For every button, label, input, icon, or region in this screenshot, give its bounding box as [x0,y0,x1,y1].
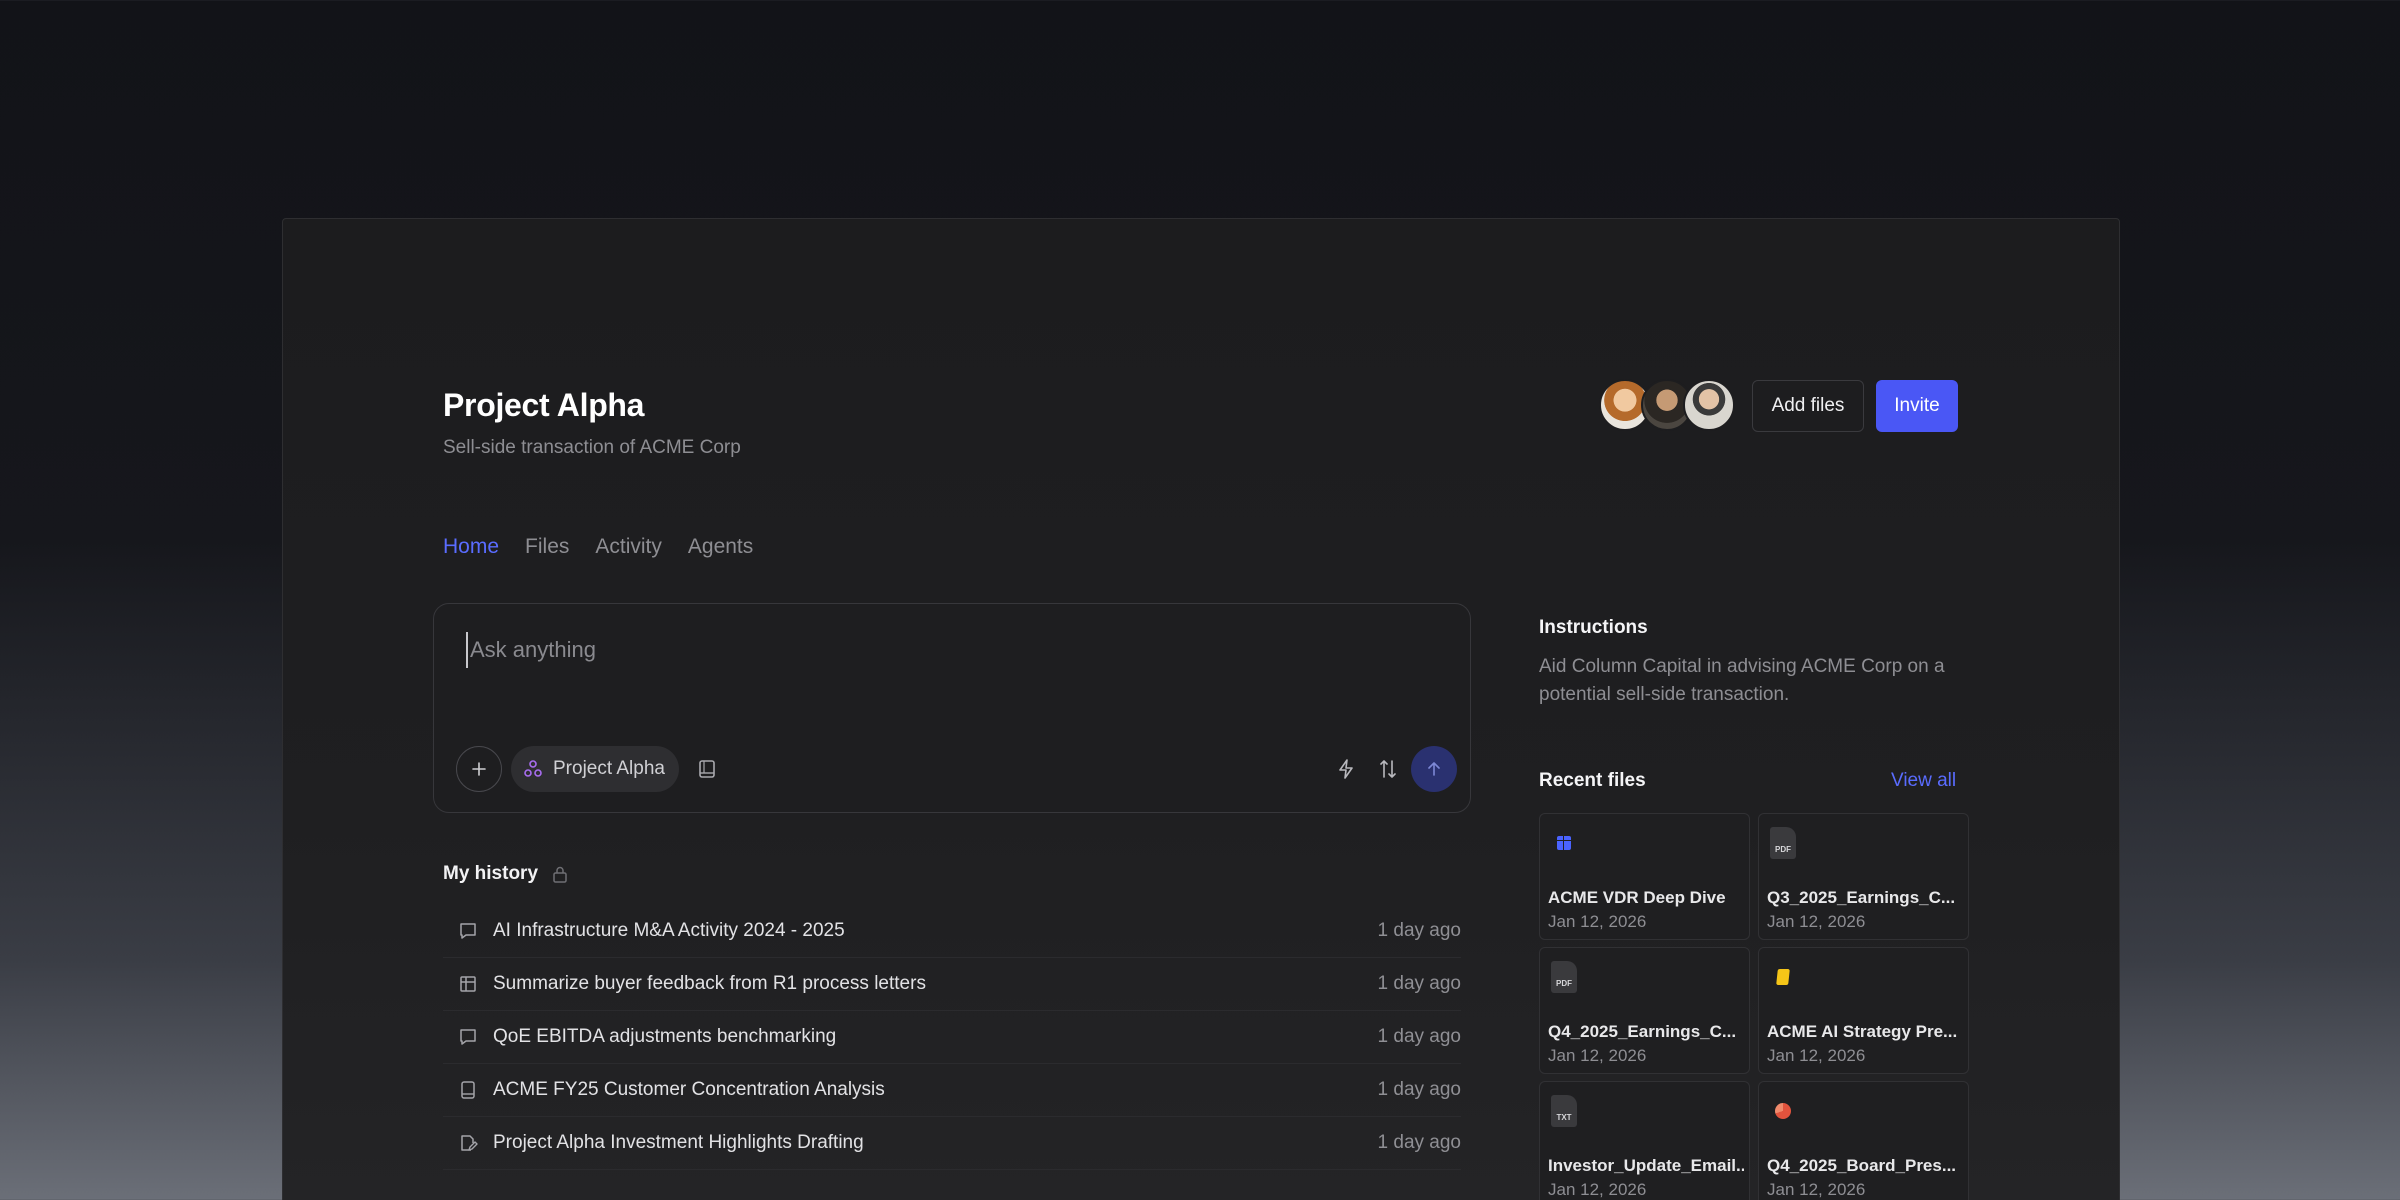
pdf-file-icon: PDF [1550,960,1578,994]
file-date: Jan 12, 2026 [1767,1180,1866,1199]
plus-icon [472,762,486,776]
library-button[interactable] [694,756,720,782]
composer: Project Alpha [433,603,1471,813]
table-icon [457,973,479,995]
history-row-time: 1 day ago [1377,973,1461,994]
send-button[interactable] [1411,746,1457,792]
history-row-time: 1 day ago [1377,1132,1461,1153]
history-row[interactable]: AI Infrastructure M&A Activity 2024 - 20… [443,905,1461,958]
file-date: Jan 12, 2026 [1548,912,1647,931]
pdf-file-icon: PDF [1769,826,1797,860]
lock-icon [552,865,568,883]
history-row-title: ACME FY25 Customer Concentration Analysi… [493,1079,885,1100]
quick-actions-button[interactable] [1332,755,1360,783]
file-card[interactable]: ACME AI Strategy Pre... Jan 12, 2026 [1758,947,1969,1074]
book-icon [699,760,715,778]
file-card[interactable]: ACME VDR Deep Dive Jan 12, 2026 [1539,813,1750,940]
ask-input[interactable] [466,632,1366,668]
history-row[interactable]: Summarize buyer feedback from R1 process… [443,958,1461,1011]
file-date: Jan 12, 2026 [1548,1180,1647,1199]
project-icon [524,760,542,777]
history-header: My history [443,863,568,885]
slides-icon [1769,960,1797,994]
file-name: ACME AI Strategy Pre... [1767,1022,1958,1041]
instructions-title: Instructions [1539,617,1648,638]
settings-button[interactable] [1374,755,1402,783]
instructions-text: Aid Column Capital in advising ACME Corp… [1539,656,1945,705]
file-card[interactable]: Q4_2025_Board_Pres... Jan 12, 2026 [1758,1081,1969,1200]
chat-icon [457,920,479,942]
file-name: Q4_2025_Board_Pres... [1767,1156,1957,1175]
doc-edit-icon [457,1132,479,1154]
add-files-button[interactable]: Add files [1752,380,1864,432]
file-name: ACME VDR Deep Dive [1548,888,1726,907]
invite-button[interactable]: Invite [1876,380,1958,432]
tab-files[interactable]: Files [525,535,569,559]
file-date: Jan 12, 2026 [1767,1046,1866,1065]
file-card[interactable]: PDF Q3_2025_Earnings_C... Jan 12, 2026 [1758,813,1969,940]
send-arrow-icon [1428,762,1440,776]
file-date: Jan 12, 2026 [1767,912,1866,931]
bolt-icon [1339,759,1353,779]
history-row[interactable]: ACME FY25 Customer Concentration Analysi… [443,1064,1461,1117]
file-name: Investor_Update_Email... [1548,1156,1744,1175]
file-card[interactable]: PDF Q4_2025_Earnings_C... Jan 12, 2026 [1539,947,1750,1074]
avatar[interactable] [1683,379,1735,431]
tab-home[interactable]: Home [443,535,499,559]
history-row-time: 1 day ago [1377,1079,1461,1100]
file-name: Q3_2025_Earnings_C... [1767,888,1956,907]
history-row-title: Summarize buyer feedback from R1 process… [493,973,926,994]
recent-files-grid: ACME VDR Deep Dive Jan 12, 2026 PDF Q3_2… [1539,813,1971,1200]
project-chip-label: Project Alpha [553,758,665,779]
tab-agents[interactable]: Agents [688,535,753,559]
page-title: Project Alpha [443,387,645,423]
project-chip[interactable]: Project Alpha [511,746,679,792]
history-row-title: QoE EBITDA adjustments benchmarking [493,1026,837,1047]
book-icon [457,1079,479,1101]
view-all-link[interactable]: View all [1891,770,1956,792]
history-row[interactable]: QoE EBITDA adjustments benchmarking 1 da… [443,1011,1461,1064]
tab-bar: Home Files Activity Agents [443,535,753,559]
history-row-time: 1 day ago [1377,1026,1461,1047]
sort-icon [1380,760,1396,778]
page-subtitle: Sell-side transaction of ACME Corp [443,437,741,458]
history-row-title: Project Alpha Investment Highlights Draf… [493,1132,864,1153]
project-window: Project Alpha Sell-side transaction of A… [282,218,2120,1200]
add-attachment-button[interactable] [456,746,502,792]
history-list: AI Infrastructure M&A Activity 2024 - 20… [443,905,1461,1170]
member-avatars[interactable] [1599,379,1735,431]
history-row-title: AI Infrastructure M&A Activity 2024 - 20… [493,920,845,941]
history-row[interactable]: Project Alpha Investment Highlights Draf… [443,1117,1461,1170]
file-date: Jan 12, 2026 [1548,1046,1647,1065]
presentation-icon [1769,1094,1797,1128]
history-row-time: 1 day ago [1377,920,1461,941]
recent-files-title: Recent files [1539,770,1646,791]
file-card[interactable]: TXT Investor_Update_Email... Jan 12, 202… [1539,1081,1750,1200]
txt-file-icon: TXT [1550,1094,1578,1128]
file-name: Q4_2025_Earnings_C... [1548,1022,1737,1041]
chat-icon [457,1026,479,1048]
history-title: My history [443,863,539,884]
tab-activity[interactable]: Activity [595,535,662,559]
spreadsheet-icon [1550,826,1578,860]
